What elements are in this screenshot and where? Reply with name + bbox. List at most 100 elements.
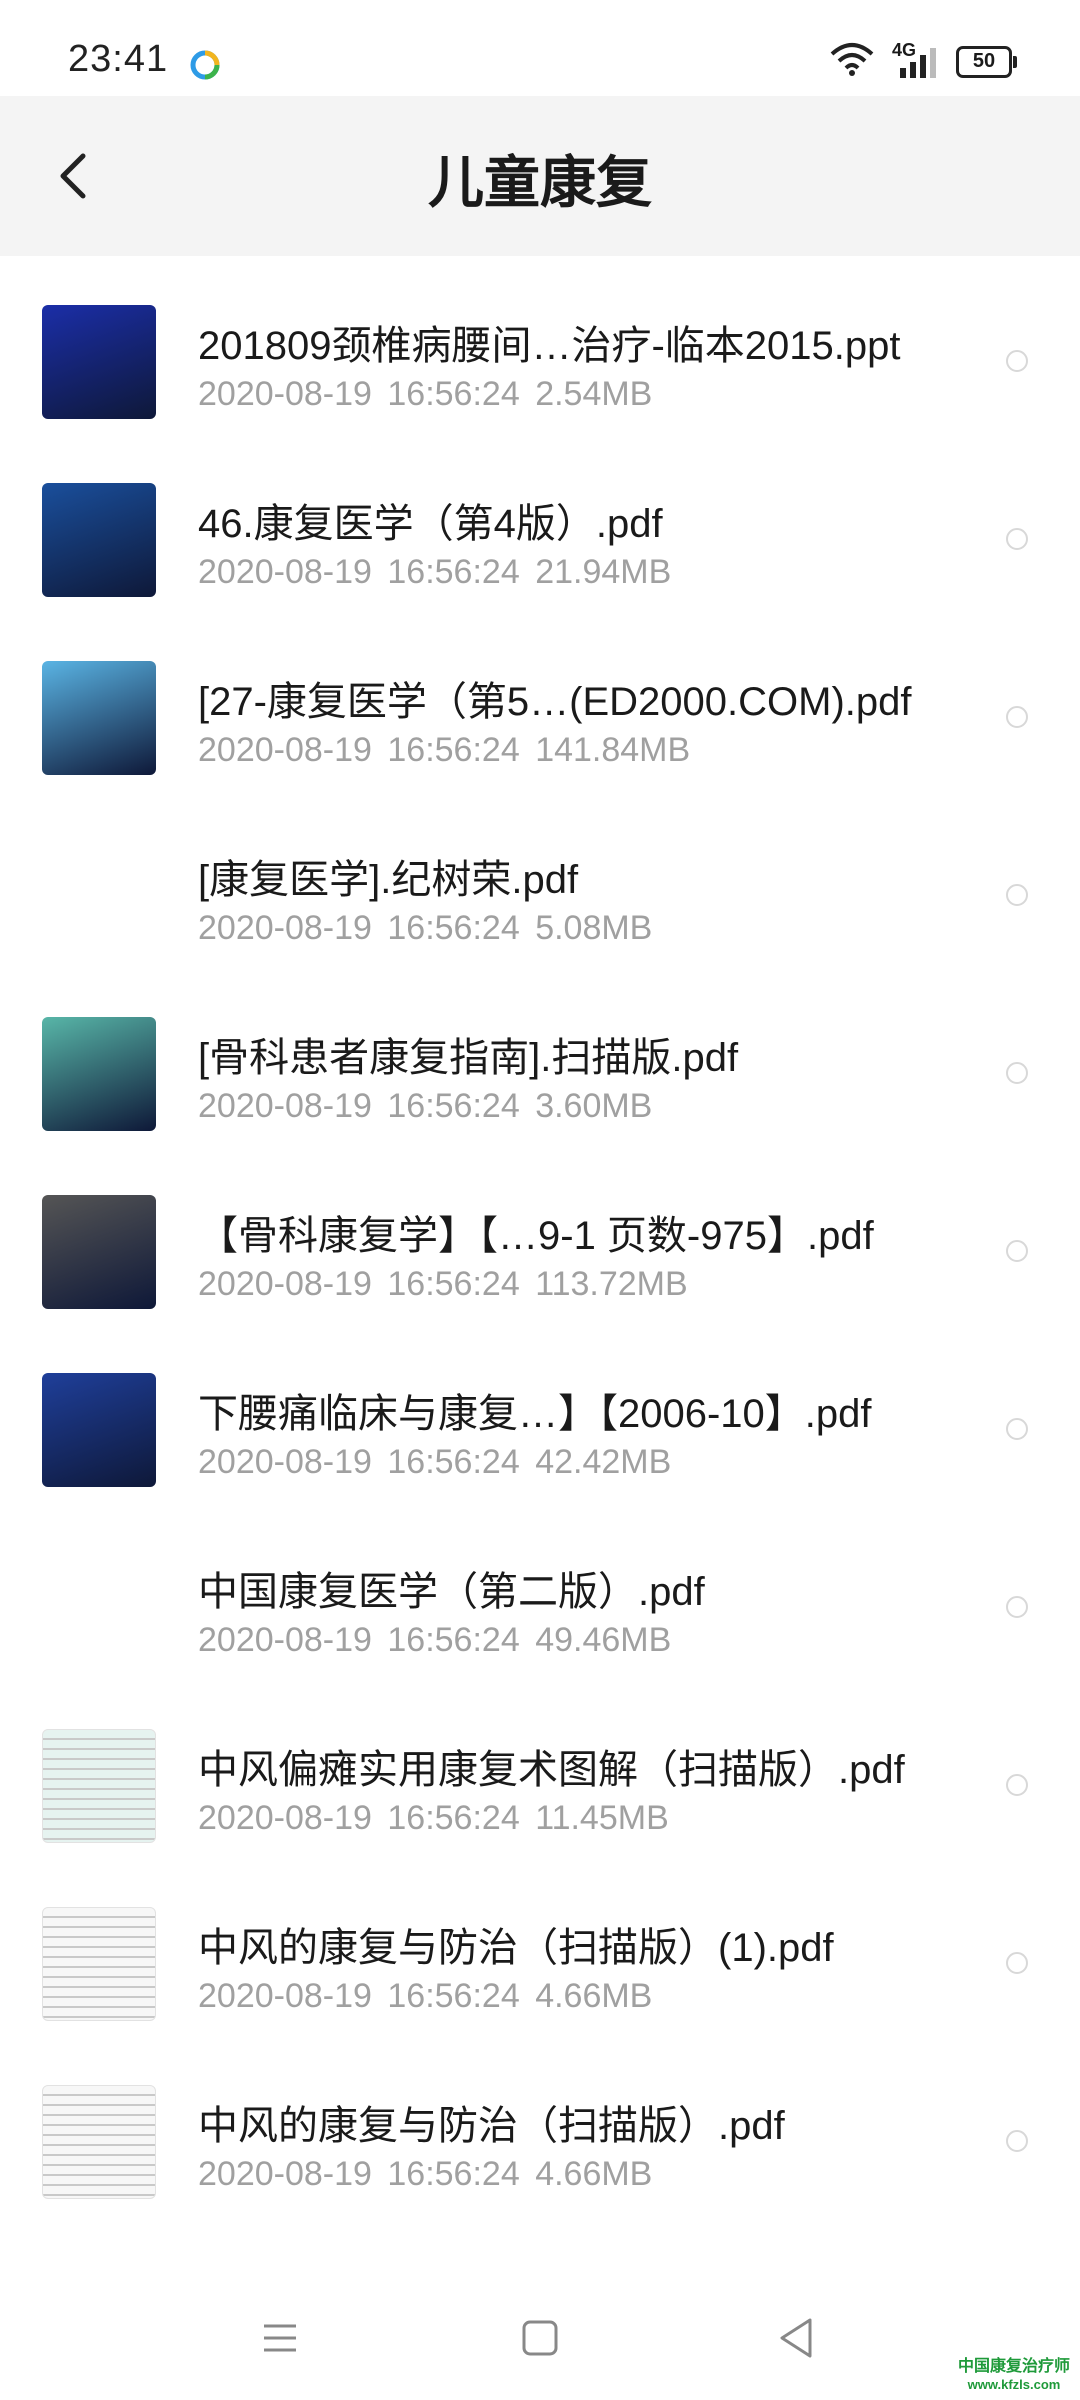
back-nav-button[interactable] (766, 2308, 826, 2368)
select-radio[interactable] (1006, 350, 1028, 372)
file-list-item[interactable]: 201809颈椎病腰间…治疗-临本2015.ppt 2020-08-19 16:5… (0, 270, 1080, 448)
file-time: 16:56:24 (387, 1087, 520, 1125)
file-time: 16:56:24 (387, 553, 520, 591)
file-thumbnail (42, 1907, 156, 2021)
file-size: 3.60MB (535, 1087, 653, 1125)
file-name: [骨科患者康复指南].扫描版.pdf (198, 1036, 739, 1080)
file-size: 113.72MB (535, 1265, 688, 1303)
file-thumbnail (42, 661, 156, 775)
file-date: 2020-08-19 (198, 375, 372, 413)
menu-nav-button[interactable] (250, 2308, 310, 2368)
file-meta: 2020-08-19 16:56:24 141.84MB (198, 731, 690, 770)
file-name: 中风的康复与防治（扫描版）.pdf (198, 2104, 785, 2148)
navigation-bar (0, 2268, 1080, 2400)
file-size: 49.46MB (535, 1621, 672, 1659)
back-triangle-icon (780, 2318, 812, 2358)
file-thumbnail (42, 1017, 156, 1131)
file-list-item[interactable]: 【骨科康复学】【…9-1 页数-975】.pdf 2020-08-19 16:56… (0, 1160, 1080, 1338)
select-radio[interactable] (1006, 1596, 1028, 1618)
select-radio[interactable] (1006, 1418, 1028, 1440)
menu-icon (264, 2324, 296, 2352)
file-list-item[interactable]: [27-康复医学（第5…(ED2000.COM).pdf 2020-08-19 1… (0, 626, 1080, 804)
file-name: 中国康复医学（第二版）.pdf (198, 1570, 705, 1614)
file-size: 2.54MB (535, 375, 653, 413)
file-thumbnail (42, 839, 156, 953)
file-size: 11.45MB (535, 1799, 669, 1837)
file-date: 2020-08-19 (198, 1443, 372, 1481)
file-date: 2020-08-19 (198, 731, 372, 769)
file-date: 2020-08-19 (198, 1799, 372, 1837)
file-meta: 2020-08-19 16:56:24 5.08MB (198, 909, 652, 948)
file-list-item[interactable]: 中国康复医学（第二版）.pdf 2020-08-19 16:56:24 49.46… (0, 1516, 1080, 1694)
home-square-icon (522, 2320, 558, 2356)
file-name: 46.康复医学（第4版）.pdf (198, 502, 663, 546)
file-thumbnail (42, 2085, 156, 2199)
file-thumbnail (42, 1373, 156, 1487)
select-radio[interactable] (1006, 2130, 1028, 2152)
select-radio[interactable] (1006, 706, 1028, 728)
file-size: 141.84MB (535, 731, 691, 769)
file-size: 4.66MB (535, 2155, 653, 2193)
home-nav-button[interactable] (510, 2308, 570, 2368)
file-thumbnail (42, 1551, 156, 1665)
page-title: 儿童康复 (428, 151, 652, 214)
cellular-signal-icon: 4G (892, 40, 938, 80)
file-list-item[interactable]: 下腰痛临床与康复…】【2006-10】.pdf 2020-08-19 16:56:… (0, 1338, 1080, 1516)
file-list-item[interactable]: [骨科患者康复指南].扫描版.pdf 2020-08-19 16:56:24 3.… (0, 982, 1080, 1160)
file-list-item[interactable]: 46.康复医学（第4版）.pdf 2020-08-19 16:56:24 21.9… (0, 448, 1080, 626)
file-date: 2020-08-19 (198, 1087, 372, 1125)
select-radio[interactable] (1006, 1062, 1028, 1084)
file-list-item[interactable]: 中风的康复与防治（扫描版）.pdf 2020-08-19 16:56:24 4.6… (0, 2050, 1080, 2228)
file-date: 2020-08-19 (198, 1621, 372, 1659)
file-date: 2020-08-19 (198, 1265, 372, 1303)
file-name: 【骨科康复学】【…9-1 页数-975】.pdf (198, 1214, 874, 1258)
file-size: 21.94MB (535, 553, 672, 591)
file-time: 16:56:24 (387, 1621, 520, 1659)
file-time: 16:56:24 (387, 909, 520, 947)
select-radio[interactable] (1006, 1774, 1028, 1796)
file-meta: 2020-08-19 16:56:24 3.60MB (198, 1087, 652, 1126)
file-name: [27-康复医学（第5…(ED2000.COM).pdf (198, 680, 912, 724)
file-time: 16:56:24 (387, 731, 520, 769)
app-notification-icon (190, 50, 220, 85)
watermark-line1: 中国康复治疗师 (957, 2358, 1070, 2375)
file-thumbnail (42, 1195, 156, 1309)
watermark: 中国康复治疗师 www.kfzls.com (958, 2358, 1070, 2394)
file-date: 2020-08-19 (198, 1977, 372, 2015)
file-time: 16:56:24 (387, 1799, 520, 1837)
select-radio[interactable] (1006, 1240, 1028, 1262)
file-date: 2020-08-19 (198, 553, 372, 591)
file-meta: 2020-08-19 16:56:24 2.54MB (198, 375, 652, 414)
file-name: 中风偏瘫实用康复术图解（扫描版）.pdf (198, 1748, 905, 1792)
file-size: 4.66MB (535, 1977, 653, 2015)
watermark-line2: www.kfzls.com (967, 2377, 1061, 2392)
status-time: 23:41 (68, 38, 169, 80)
file-time: 16:56:24 (387, 1265, 520, 1303)
file-name: 下腰痛临床与康复…】【2006-10】.pdf (198, 1392, 872, 1436)
file-name: 201809颈椎病腰间…治疗-临本2015.ppt (198, 324, 901, 368)
file-list-item[interactable]: 中风偏瘫实用康复术图解（扫描版）.pdf 2020-08-19 16:56:24 … (0, 1694, 1080, 1872)
file-time: 16:56:24 (387, 1443, 520, 1481)
file-name: [康复医学].纪树荣.pdf (198, 858, 579, 902)
select-radio[interactable] (1006, 528, 1028, 550)
title-bar: 儿童康复 (0, 96, 1080, 256)
file-time: 16:56:24 (387, 2155, 520, 2193)
file-meta: 2020-08-19 16:56:24 4.66MB (198, 2155, 652, 2194)
file-list-item[interactable]: [康复医学].纪树荣.pdf 2020-08-19 16:56:24 5.08MB (0, 804, 1080, 982)
file-date: 2020-08-19 (198, 909, 372, 947)
file-meta: 2020-08-19 16:56:24 11.45MB (198, 1799, 669, 1838)
file-list-item[interactable]: 中风的康复与防治（扫描版）(1).pdf 2020-08-19 16:56:24 … (0, 1872, 1080, 2050)
file-meta: 2020-08-19 16:56:24 113.72MB (198, 1265, 688, 1304)
wifi-icon (830, 42, 874, 81)
file-thumbnail (42, 1729, 156, 1843)
select-radio[interactable] (1006, 884, 1028, 906)
file-meta: 2020-08-19 16:56:24 49.46MB (198, 1621, 671, 1660)
file-thumbnail (42, 483, 156, 597)
file-name: 中风的康复与防治（扫描版）(1).pdf (198, 1926, 834, 1970)
file-meta: 2020-08-19 16:56:24 4.66MB (198, 1977, 652, 2016)
file-time: 16:56:24 (387, 375, 520, 413)
file-date: 2020-08-19 (198, 2155, 372, 2193)
file-meta: 2020-08-19 16:56:24 42.42MB (198, 1443, 671, 1482)
select-radio[interactable] (1006, 1952, 1028, 1974)
file-size: 5.08MB (535, 909, 653, 947)
